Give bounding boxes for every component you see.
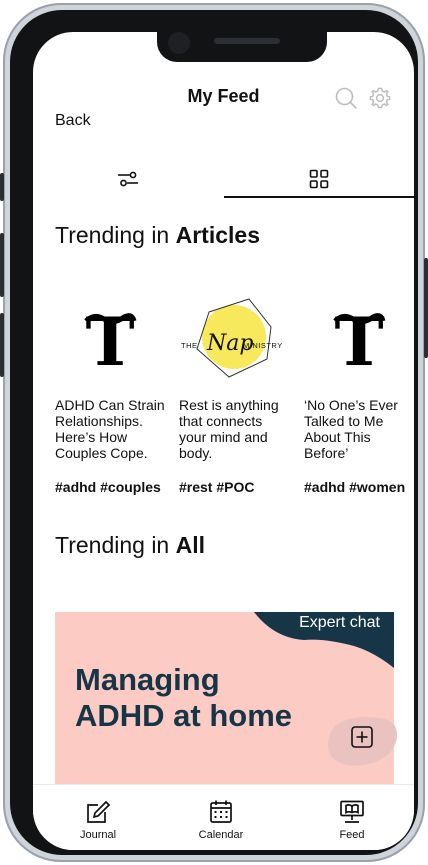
article-tags: #adhd #couples (55, 479, 161, 495)
banner-headline: Managing ADHD at home (75, 662, 292, 734)
nav-label: Journal (79, 829, 117, 841)
gear-icon[interactable] (368, 86, 392, 110)
feed-icon (340, 800, 364, 823)
banner-headline-line2: ADHD at home (75, 698, 293, 733)
article-description: ‘No One’s Ever Talked to Me About This B… (304, 397, 398, 461)
article-card[interactable]: T ‘No One’s Ever Talked to Me About This… (304, 287, 414, 495)
section-title-all: Trending in All (55, 532, 205, 559)
banner-tag: Expert chat (299, 614, 380, 631)
power-button (424, 258, 428, 358)
sliders-icon (118, 171, 138, 187)
nav-item-journal[interactable]: Journal (58, 799, 138, 841)
article-description: ADHD Can Strain Relationships. Here’s Ho… (55, 397, 165, 461)
bezel: My Feed Back Trending in Articles T ADHD… (10, 10, 418, 855)
article-tags: #rest #POC (179, 479, 255, 495)
nyt-logo-icon: T (55, 287, 165, 397)
mute-switch (0, 173, 4, 201)
notch (157, 32, 327, 62)
article-description: Rest is anything that connects your mind… (179, 397, 279, 461)
camera (168, 32, 190, 54)
volume-down-button (0, 313, 4, 377)
article-tags: #adhd #women (304, 479, 406, 495)
search-icon[interactable] (334, 86, 358, 110)
section-prefix: Trending in (55, 532, 176, 558)
section-emphasis: Articles (175, 222, 260, 248)
nap-ministry-logo: THE Nap MINISTRY (179, 287, 289, 397)
nap-logo-left: THE (181, 341, 198, 350)
nav-label: Calendar (198, 829, 244, 841)
back-button[interactable]: Back (55, 112, 91, 130)
nap-logo-right: MINISTRY (243, 341, 283, 350)
nav-item-calendar[interactable]: Calendar (181, 799, 261, 841)
banner-headline-line1: Managing (75, 662, 220, 697)
article-card[interactable]: THE Nap MINISTRY Rest is anything that c… (179, 287, 289, 495)
add-button[interactable] (321, 712, 401, 768)
calendar-icon (210, 800, 232, 823)
nav-item-feed[interactable]: Feed (312, 799, 392, 841)
nyt-logo-icon: T (304, 287, 414, 397)
section-title-articles: Trending in Articles (55, 222, 260, 249)
journal-icon (87, 800, 111, 823)
volume-up-button (0, 233, 4, 297)
section-emphasis: All (175, 532, 205, 558)
tab-filters[interactable] (33, 162, 223, 196)
article-card[interactable]: T ADHD Can Strain Relationships. Here’s … (55, 287, 165, 495)
phone-frame: My Feed Back Trending in Articles T ADHD… (0, 3, 428, 862)
speaker (214, 38, 280, 44)
section-prefix: Trending in (55, 222, 176, 248)
screen: My Feed Back Trending in Articles T ADHD… (33, 32, 414, 850)
tab-grid[interactable] (224, 162, 414, 198)
nav-label: Feed (339, 829, 365, 841)
grid-icon (309, 169, 329, 189)
bottom-nav: Journal Calendar Feed (33, 784, 414, 850)
